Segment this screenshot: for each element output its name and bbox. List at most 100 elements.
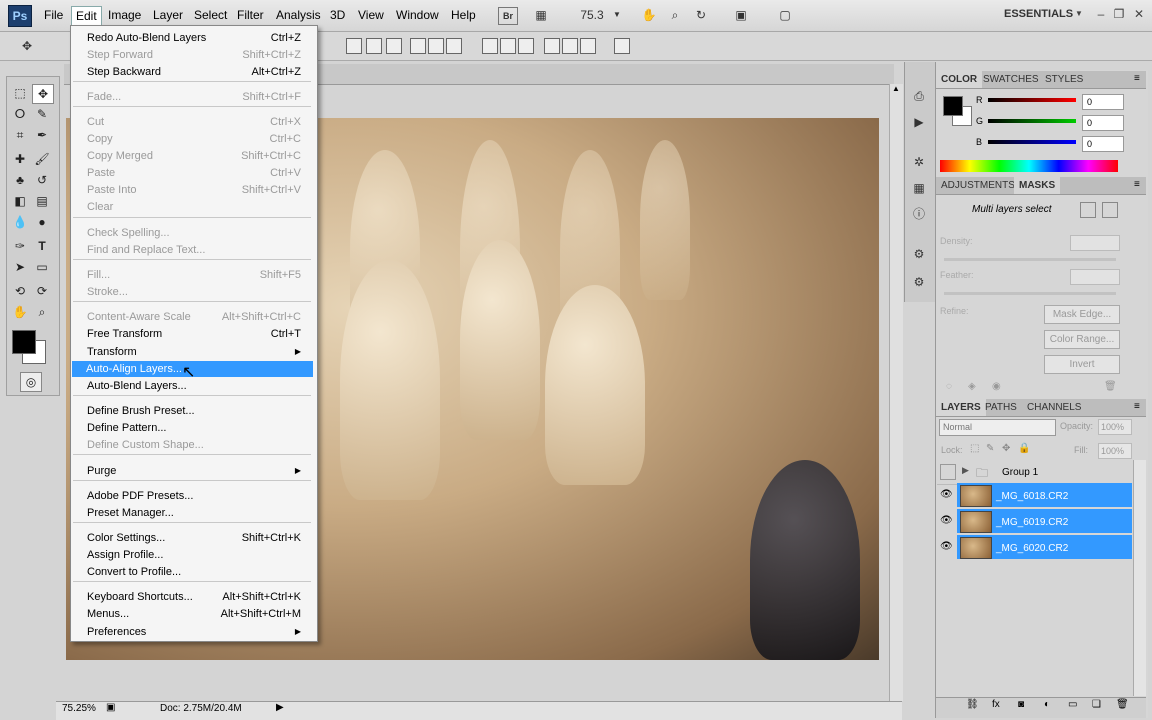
layer-name[interactable]: _MG_6018.CR2 — [996, 491, 1068, 502]
align-right-icon[interactable] — [446, 38, 462, 54]
feather-field[interactable] — [1070, 269, 1120, 285]
hand-tool-icon[interactable]: ✋ — [640, 7, 658, 23]
density-slider[interactable] — [944, 258, 1116, 261]
lock-position-icon[interactable]: ✥ — [1002, 443, 1010, 454]
eraser-tool-icon[interactable]: ◧ — [10, 192, 30, 210]
menu-file[interactable]: File — [40, 6, 67, 25]
edit-menu-item[interactable]: Content-Aware Scale Alt+Shift+Ctrl+C — [87, 309, 301, 325]
screen-mode-icon[interactable]: ▢ — [776, 7, 794, 23]
new-group-icon[interactable]: ▭ — [1068, 699, 1077, 710]
align-top-icon[interactable] — [346, 38, 362, 54]
menu-select[interactable]: Select — [190, 6, 231, 25]
edit-menu-item[interactable]: Find and Replace Text... — [87, 242, 301, 258]
auto-align-icon[interactable] — [614, 38, 630, 54]
distribute-bottom-icon[interactable] — [518, 38, 534, 54]
zoom-level[interactable]: 75.3 — [580, 7, 604, 23]
pen-tool-icon[interactable]: ✑ — [10, 237, 30, 255]
zoom-dropdown-icon[interactable]: ▼ — [608, 7, 626, 23]
distribute-horizontal-icon[interactable] — [562, 38, 578, 54]
distribute-left-icon[interactable] — [544, 38, 560, 54]
tab-paths[interactable]: PATHS — [980, 399, 1022, 416]
tab-styles[interactable]: STYLES — [1040, 71, 1088, 88]
info-panel-icon[interactable]: ⓘ — [910, 206, 928, 222]
edit-menu-item[interactable]: Stroke... — [87, 284, 301, 300]
paragraph-panel-icon[interactable]: ⚙ — [910, 274, 928, 290]
eye-icon[interactable]: 👁 — [940, 541, 953, 553]
restore-icon[interactable]: ❐ — [1112, 7, 1126, 21]
tab-layers[interactable]: LAYERS — [936, 399, 986, 416]
load-selection-icon[interactable]: ◌ — [946, 381, 952, 392]
edit-menu-item[interactable]: Free Transform Ctrl+T — [87, 326, 301, 342]
tab-swatches[interactable]: SWATCHES — [978, 71, 1044, 88]
edit-menu-item[interactable]: Assign Profile... — [87, 547, 301, 563]
menu-3d[interactable]: 3D — [326, 6, 349, 25]
edit-menu-item[interactable]: Convert to Profile... — [87, 564, 301, 580]
menu-analysis[interactable]: Analysis — [272, 6, 325, 25]
edit-menu-item[interactable]: Preset Manager... — [87, 505, 301, 521]
group-visibility-toggle[interactable] — [940, 464, 956, 480]
3d-rotate-tool-icon[interactable]: ⟲ — [10, 282, 30, 300]
mask-edge-button[interactable]: Mask Edge... — [1044, 305, 1120, 324]
delete-mask-icon[interactable]: 🗑 — [1104, 381, 1117, 392]
color-value-b[interactable]: 0 — [1082, 136, 1124, 152]
arrange-documents-icon[interactable]: ▣ — [732, 7, 750, 23]
add-mask-icon[interactable]: ◙ — [1018, 699, 1024, 710]
color-value-r[interactable]: 0 — [1082, 94, 1124, 110]
edit-menu-item[interactable]: Paste Ctrl+V — [87, 165, 301, 181]
edit-menu-item[interactable]: Define Brush Preset... — [87, 403, 301, 419]
panel-menu-icon[interactable]: ≡ — [1134, 73, 1140, 84]
layer-name[interactable]: _MG_6020.CR2 — [996, 543, 1068, 554]
color-spectrum-bar[interactable] — [940, 160, 1118, 172]
edit-menu-item[interactable]: Step Backward Alt+Ctrl+Z — [87, 64, 301, 80]
foreground-color-swatch[interactable] — [12, 330, 36, 354]
edit-menu-item[interactable]: Transform ▶ — [87, 344, 301, 360]
density-field[interactable] — [1070, 235, 1120, 251]
blend-mode-select[interactable]: Normal — [939, 419, 1056, 436]
close-icon[interactable]: ✕ — [1132, 7, 1146, 21]
healing-brush-tool-icon[interactable]: ✚ — [10, 150, 30, 168]
history-panel-icon[interactable]: ⎙ — [910, 88, 928, 104]
edit-menu-item[interactable]: Fade... Shift+Ctrl+F — [87, 89, 301, 105]
link-layers-icon[interactable]: ⛓ — [966, 699, 979, 710]
edit-menu-item[interactable]: Fill... Shift+F5 — [87, 267, 301, 283]
adjustment-layer-icon[interactable]: ◐ — [1044, 699, 1050, 710]
panel-menu-icon[interactable]: ≡ — [1134, 179, 1140, 190]
eye-icon[interactable]: 👁 — [940, 515, 953, 527]
edit-menu-item[interactable]: Redo Auto-Blend Layers Ctrl+Z — [87, 30, 301, 46]
align-horizontal-center-icon[interactable] — [428, 38, 444, 54]
group-name[interactable]: Group 1 — [1002, 467, 1038, 478]
eyedropper-tool-icon[interactable]: ✒ — [32, 126, 52, 144]
edit-menu-item[interactable]: Define Pattern... — [87, 420, 301, 436]
edit-menu-item[interactable]: Menus... Alt+Shift+Ctrl+M — [87, 606, 301, 622]
move-tool-preset-icon[interactable]: ✥ — [18, 38, 36, 54]
menu-window[interactable]: Window — [392, 6, 443, 25]
hand-tool-icon-panel[interactable]: ✋ — [10, 303, 30, 321]
actions-panel-icon[interactable]: ▶ — [910, 114, 928, 130]
eye-icon[interactable]: 👁 — [940, 489, 953, 501]
edit-menu-item[interactable]: Define Custom Shape... — [87, 437, 301, 453]
view-extras-icon[interactable]: ▦ — [532, 7, 550, 23]
vector-mask-icon[interactable] — [1102, 202, 1118, 218]
color-fg-swatch[interactable] — [943, 96, 963, 116]
tab-color[interactable]: COLOR — [936, 71, 983, 88]
color-value-g[interactable]: 0 — [1082, 115, 1124, 131]
menu-edit[interactable]: Edit — [71, 6, 102, 26]
edit-menu-item[interactable]: Check Spelling... — [87, 225, 301, 241]
status-zoom[interactable]: 75.25% — [62, 703, 96, 714]
new-layer-icon[interactable]: ❏ — [1092, 699, 1101, 710]
zoom-tool-icon-panel[interactable]: ⌕ — [32, 303, 52, 321]
rotate-view-icon[interactable]: ↻ — [692, 7, 710, 23]
color-slider-r[interactable] — [988, 98, 1076, 102]
panel-menu-icon[interactable]: ≡ — [1134, 401, 1140, 412]
workspace-dropdown-icon[interactable]: ▼ — [1072, 7, 1086, 21]
edit-menu-item[interactable]: Copy Ctrl+C — [87, 131, 301, 147]
tab-adjustments[interactable]: ADJUSTMENTS — [936, 177, 1020, 194]
color-slider-g[interactable] — [988, 119, 1076, 123]
zoom-tool-icon[interactable]: ⌕ — [666, 7, 684, 23]
edit-menu-item[interactable]: Purge ▶ — [87, 463, 301, 479]
quick-selection-tool-icon[interactable]: ✎ — [32, 105, 52, 123]
lasso-tool-icon[interactable]: ⵔ — [10, 105, 30, 123]
minimize-icon[interactable]: – — [1094, 7, 1108, 21]
edit-menu-item[interactable]: Cut Ctrl+X — [87, 114, 301, 130]
expand-arrow-icon[interactable]: ▶ — [962, 465, 969, 476]
